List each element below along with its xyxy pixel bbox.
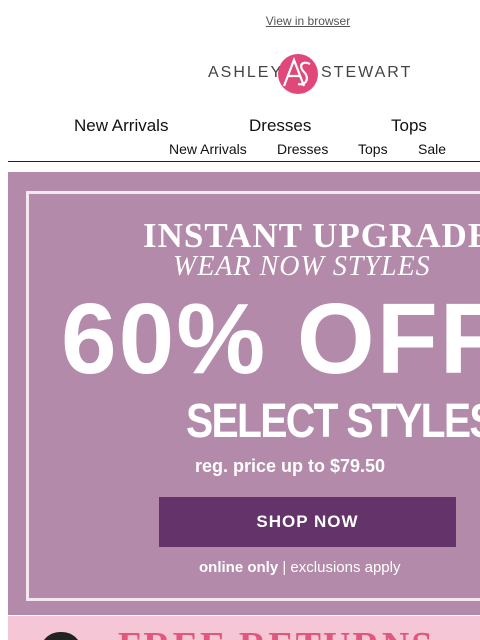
brand-name-left: ASHLEY [208,64,284,81]
hero-reg-price: reg. price up to $79.50 [195,456,386,476]
brand-logo[interactable]: ASHLEY STEWART [208,52,410,96]
free-returns-text: FREE RETURNS [118,624,434,640]
nav-divider [8,161,480,162]
hero-discount: 60% OFF [61,283,480,395]
subnav-sale[interactable]: Sale [418,141,446,157]
hero-terms: online only | exclusions apply [199,559,400,576]
nav-new-arrivals[interactable]: New Arrivals [74,116,168,136]
nav-dresses[interactable]: Dresses [249,116,311,136]
hero-select-styles: SELECT STYLES [186,395,480,448]
shop-now-button[interactable]: SHOP NOW [159,497,456,547]
subnav-tops[interactable]: Tops [358,141,388,157]
terms-separator: | [282,559,287,576]
view-in-browser-link[interactable]: View in browser [0,14,480,28]
brand-name-right: STEWART [321,64,413,81]
as-monogram-icon [278,54,318,94]
hero-subtitle: WEAR NOW STYLES [173,251,431,282]
hero-banner[interactable]: INSTANT UPGRADE WEAR NOW STYLES 60% OFF … [8,172,480,615]
hero-title: INSTANT UPGRADE [143,216,480,255]
subnav-dresses[interactable]: Dresses [277,141,328,157]
nav-tops[interactable]: Tops [391,116,427,136]
online-only-text: online only [199,559,279,576]
exclusions-text: exclusions apply [290,559,401,576]
shopping-bag-icon [40,632,82,640]
subnav-new-arrivals[interactable]: New Arrivals [169,141,247,157]
free-returns-banner[interactable]: FREE RETURNS [8,616,480,640]
